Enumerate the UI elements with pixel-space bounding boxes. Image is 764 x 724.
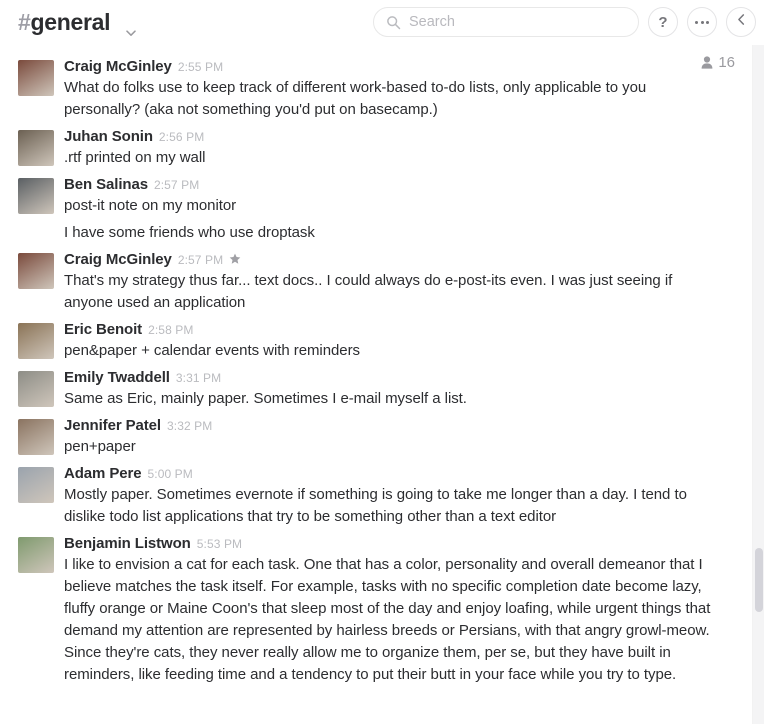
message-timestamp: 3:31 PM: [175, 371, 222, 385]
help-button-label: ?: [658, 13, 668, 31]
message-text: pen+paper: [64, 438, 136, 455]
message-text: Mostly paper. Sometimes evernote if some…: [64, 486, 687, 525]
avatar[interactable]: [18, 323, 54, 359]
ellipsis-icon: [695, 20, 709, 24]
message-timestamp: 5:00 PM: [147, 467, 193, 481]
search-box[interactable]: [373, 7, 639, 37]
channel-hash: #: [18, 9, 31, 35]
more-options-button[interactable]: [687, 7, 717, 37]
message-author[interactable]: Ben Salinas: [64, 176, 148, 193]
slack-channel-view: #general ?: [0, 0, 764, 724]
message-timestamp: 2:57 PM: [177, 253, 224, 267]
message-text: I have some friends who use droptask: [64, 224, 315, 241]
avatar[interactable]: [18, 178, 54, 214]
message-header: Craig McGinley 2:57 PM: [64, 251, 713, 269]
message-author[interactable]: Emily Twaddell: [64, 369, 170, 386]
message-text: post-it note on my monitor: [64, 197, 237, 214]
help-button[interactable]: ?: [648, 7, 678, 37]
avatar[interactable]: [18, 371, 54, 407]
message-row[interactable]: Craig McGinley 2:57 PM That's my strategy …: [0, 244, 753, 314]
member-count[interactable]: 16: [701, 54, 735, 71]
scrollbar-thumb[interactable]: [754, 548, 763, 612]
message-row[interactable]: Craig McGinley 2:55 PM What do folks use t…: [0, 51, 753, 121]
search-icon: [386, 15, 401, 30]
message-row[interactable]: Jennifer Patel 3:32 PM pen+paper: [0, 410, 753, 458]
message-author[interactable]: Jennifer Patel: [64, 417, 161, 434]
chevron-down-icon[interactable]: [125, 18, 137, 36]
message-timestamp: 3:32 PM: [166, 419, 213, 433]
message-author[interactable]: Eric Benoit: [64, 321, 142, 338]
message-text: Same as Eric, mainly paper. Sometimes I …: [64, 390, 467, 407]
message-row[interactable]: I have some friends who use droptask: [0, 217, 753, 244]
message-author[interactable]: Craig McGinley: [64, 58, 172, 75]
message-row[interactable]: Adam Pere 5:00 PM Mostly paper. Sometimes …: [0, 458, 753, 528]
message-timestamp: 2:58 PM: [148, 323, 194, 337]
page-title: general: [30, 9, 111, 35]
avatar[interactable]: [18, 60, 54, 96]
message-row[interactable]: Emily Twaddell 3:31 PM Same as Eric, mainl…: [0, 362, 753, 410]
message-timestamp: 2:57 PM: [153, 178, 200, 192]
message-author[interactable]: Benjamin Listwon: [64, 535, 191, 552]
avatar[interactable]: [18, 253, 54, 289]
message-row[interactable]: Eric Benoit 2:58 PM pen&paper + calendar e…: [0, 314, 753, 362]
message-row[interactable]: Juhan Sonin 2:56 PM .rtf printed on my wal…: [0, 121, 753, 169]
scrollbar-track[interactable]: [753, 45, 764, 724]
message-timestamp: 2:55 PM: [177, 60, 224, 74]
message-text: What do folks use to keep track of diffe…: [64, 79, 647, 118]
message-author[interactable]: Juhan Sonin: [64, 128, 153, 145]
message-text: That's my strategy thus far... text docs…: [64, 272, 673, 311]
message-list[interactable]: Craig McGinley 2:55 PM What do folks use t…: [0, 45, 753, 724]
chevron-left-icon: [735, 13, 748, 31]
message-header: Jennifer Patel 3:32 PM: [64, 417, 713, 435]
avatar[interactable]: [18, 419, 54, 455]
channel-header: #general ?: [0, 0, 764, 45]
collapse-sidebar-button[interactable]: [726, 7, 756, 37]
message-text: pen&paper + calendar events with reminde…: [64, 342, 360, 359]
channel-title-button[interactable]: #general: [18, 9, 137, 36]
message-header: Eric Benoit 2:58 PM: [64, 321, 713, 339]
message-timestamp: 2:56 PM: [158, 130, 205, 144]
message-header: Juhan Sonin 2:56 PM: [64, 128, 713, 146]
message-header: Adam Pere 5:00 PM: [64, 465, 713, 483]
message-author[interactable]: Craig McGinley: [64, 251, 172, 268]
message-row[interactable]: Benjamin Listwon 5:53 PM I like to envisio…: [0, 528, 753, 686]
message-text: I like to envision a cat for each task. …: [64, 556, 711, 683]
message-header: Benjamin Listwon 5:53 PM: [64, 535, 713, 553]
message-author[interactable]: Adam Pere: [64, 465, 142, 482]
avatar[interactable]: [18, 537, 54, 573]
message-text: .rtf printed on my wall: [64, 149, 206, 166]
star-icon[interactable]: [229, 252, 241, 264]
person-icon: [701, 56, 713, 69]
message-header: Emily Twaddell 3:31 PM: [64, 369, 713, 387]
message-row[interactable]: Ben Salinas 2:57 PM post-it note on my mon…: [0, 169, 753, 217]
message-header: Ben Salinas 2:57 PM: [64, 176, 713, 194]
avatar[interactable]: [18, 130, 54, 166]
message-header: Craig McGinley 2:55 PM: [64, 58, 713, 76]
member-count-value: 16: [718, 54, 735, 71]
avatar[interactable]: [18, 467, 54, 503]
search-input[interactable]: [409, 14, 626, 30]
message-timestamp: 5:53 PM: [196, 537, 243, 551]
